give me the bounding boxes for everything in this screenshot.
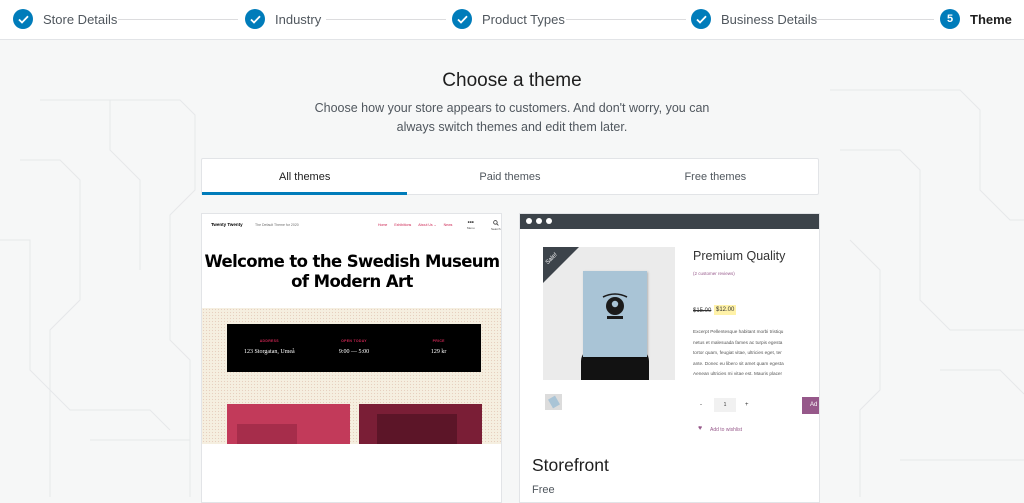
product-image: Sale! [543, 247, 675, 380]
add-to-cart-button: Ad [802, 397, 819, 414]
preview-info-box: ADDRESS 123 Storgatan, Umeå OPEN TODAY 9… [227, 324, 481, 372]
check-icon [452, 9, 472, 29]
step-label: Store Details [43, 11, 118, 27]
setup-stepper: Store Details Industry Product Types Bus… [0, 0, 1024, 40]
preview-menu: Home Exhibitions About Us ⌄ News [378, 223, 452, 227]
step-label: Business Details [721, 11, 818, 27]
info-value: 129 kr [430, 349, 447, 355]
check-icon [13, 9, 33, 29]
info-value: 123 Storgatan, Umeå [243, 349, 295, 355]
preview-heading: Welcome to the Swedish Museum of Modern … [204, 252, 500, 291]
theme-name: Storefront [532, 455, 609, 475]
preview-search-button: Search [491, 220, 501, 231]
step-connector [812, 19, 934, 20]
step-store-details[interactable]: Store Details [13, 8, 117, 30]
excerpt-line: tortor quam, feugiat vitae, ultricies eg… [693, 350, 782, 355]
excerpt-line: Aenean ultricies mi vitae est. Mauris pl… [693, 371, 783, 376]
preview-tagline: The Default Theme for 2020 [255, 222, 299, 227]
page-subtitle: Choose how your store appears to custome… [314, 101, 710, 134]
theme-filter-tabs: All themes Paid themes Free themes [201, 158, 819, 195]
preview-menu-item: About Us ⌄ [418, 222, 437, 227]
product-old-price: $15.00 [693, 308, 712, 314]
preview-menu-button-label: Menu [467, 226, 475, 230]
preview-header: Twenty Twenty The Default Theme for 2020… [202, 214, 501, 236]
woothemes-logo-icon [602, 293, 628, 319]
step-connector [118, 19, 238, 20]
product-excerpt: Excerpt Pellentesque habitant morbi tris… [693, 327, 819, 380]
preview-menu-item: Home [378, 222, 388, 227]
step-label: Theme [970, 11, 1012, 27]
window-dot-icon [526, 218, 532, 224]
product-title: Premium Quality [693, 249, 786, 263]
page-title: Choose a theme [442, 70, 582, 91]
tab-all-themes[interactable]: All themes [202, 159, 408, 195]
check-icon [691, 9, 711, 29]
preview-info-hours: OPEN TODAY 9:00 — 5:00 [312, 324, 397, 372]
preview-info-price: PRICE 129 kr [396, 324, 481, 372]
preview-artwork-image [227, 404, 350, 444]
step-connector [566, 19, 686, 20]
info-key: PRICE [432, 339, 445, 343]
preview-menu-item: News [443, 222, 453, 227]
step-theme[interactable]: 5 Theme [940, 8, 1012, 30]
tab-free-themes[interactable]: Free themes [613, 159, 818, 194]
excerpt-line: ante. Donec eu libero sit amet quam eges… [693, 360, 784, 366]
browser-bar [520, 214, 819, 229]
step-label: Industry [275, 11, 322, 27]
qty-minus: - [700, 402, 702, 408]
excerpt-line: Excerpt Pellentesque habitant morbi tris… [693, 329, 784, 334]
qty-value: 1 [714, 398, 736, 412]
step-connector [326, 19, 446, 20]
preview-info-address: ADDRESS 123 Storgatan, Umeå [227, 324, 312, 372]
info-key: OPEN TODAY [341, 339, 367, 343]
step-industry[interactable]: Industry [245, 8, 321, 30]
heart-icon: ♥ [698, 425, 703, 432]
preview-menu-button: ••• Menu [467, 220, 475, 230]
preview-search-label: Search [491, 227, 501, 231]
info-value: 9:00 — 5:00 [338, 349, 370, 355]
product-sale-price: $12.00 [714, 305, 737, 315]
step-number: 5 [940, 9, 960, 29]
excerpt-line: netus et malesuada fames ac turpis egest… [693, 339, 783, 345]
window-dot-icon [546, 218, 552, 224]
step-label: Product Types [482, 11, 565, 27]
preview-menu-item: Exhibitions [394, 222, 412, 227]
theme-card-twenty-twenty[interactable]: Twenty Twenty The Default Theme for 2020… [201, 213, 502, 503]
preview-site-title: Twenty Twenty [211, 222, 243, 227]
product-poster [583, 271, 647, 357]
theme-card-storefront[interactable]: Sale! Premium Quality (2 customer review… [519, 213, 820, 503]
search-icon [492, 220, 499, 226]
info-key: ADDRESS [259, 339, 279, 343]
product-reviews-link: (2 customer reviews) [693, 271, 735, 276]
window-dot-icon [536, 218, 542, 224]
theme-price: Free [532, 484, 555, 496]
step-business-details[interactable]: Business Details [691, 8, 817, 30]
preview-artwork-image [359, 404, 482, 444]
step-product-types[interactable]: Product Types [452, 8, 565, 30]
sale-badge [543, 247, 583, 287]
qty-plus: + [745, 402, 749, 408]
tab-paid-themes[interactable]: Paid themes [407, 159, 612, 194]
check-icon [245, 9, 265, 29]
add-to-wishlist-link: Add to wishlist [710, 427, 742, 433]
product-thumbnail [545, 394, 562, 410]
